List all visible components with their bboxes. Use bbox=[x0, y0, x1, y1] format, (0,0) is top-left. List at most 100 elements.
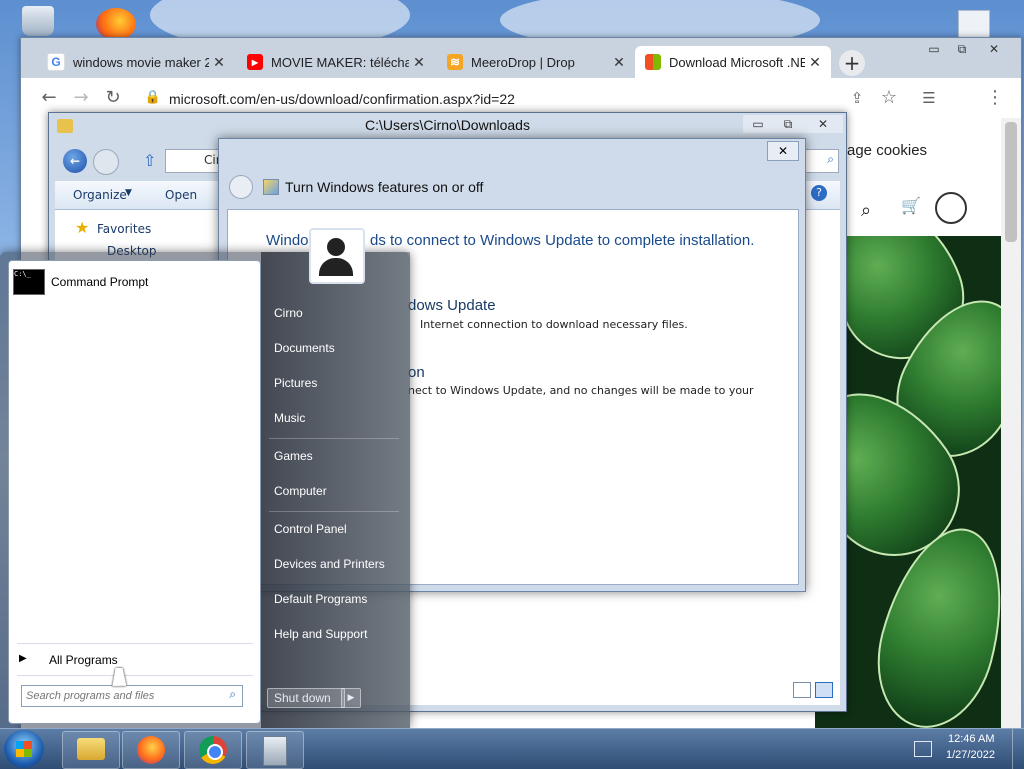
view-details-icon[interactable] bbox=[793, 682, 811, 698]
taskbar: 12:46 AM 1/27/2022 bbox=[0, 728, 1024, 769]
tab-title: MOVIE MAKER: télécharg bbox=[271, 54, 409, 70]
minimize-button[interactable]: ▭ bbox=[743, 115, 773, 133]
option-download-title[interactable]: dows Update bbox=[408, 297, 496, 314]
taskbar-explorer[interactable] bbox=[62, 731, 120, 769]
close-tab-icon[interactable]: ✕ bbox=[409, 54, 429, 71]
nav-favorites[interactable]: Favorites bbox=[97, 222, 151, 236]
recycle-bin-icon[interactable] bbox=[22, 6, 54, 36]
google-g-icon: G bbox=[47, 53, 65, 71]
clock-date[interactable]: 1/27/2022 bbox=[946, 749, 995, 761]
shutdown-button[interactable]: Shut down bbox=[267, 688, 345, 708]
taskbar-chrome[interactable] bbox=[184, 731, 242, 769]
dialog-back-button[interactable] bbox=[229, 175, 253, 199]
show-desktop-button[interactable] bbox=[1012, 729, 1024, 769]
search-icon: ⌕ bbox=[827, 152, 834, 166]
clock-time[interactable]: 12:46 AM bbox=[948, 733, 994, 745]
cart-icon[interactable]: 🛒 bbox=[901, 196, 921, 215]
triangle-right-icon: ▶ bbox=[19, 653, 27, 664]
menu-computer[interactable]: Computer bbox=[274, 484, 327, 498]
programs-pane: C:\_ Command Prompt ▶ All Programs ⌕ bbox=[8, 260, 261, 724]
start-menu: C:\_ Command Prompt ▶ All Programs ⌕ Cir… bbox=[0, 228, 410, 728]
tab-title: MeeroDrop | Drop bbox=[471, 54, 575, 70]
up-arrow-icon[interactable]: ⇧ bbox=[143, 151, 156, 170]
firefox-desktop-icon[interactable] bbox=[96, 8, 136, 40]
close-window-button[interactable]: ✕ bbox=[803, 115, 843, 133]
new-tab-button[interactable]: + bbox=[839, 50, 865, 76]
command-prompt-icon: C:\_ bbox=[13, 269, 45, 295]
command-prompt-item[interactable]: C:\_ Command Prompt bbox=[13, 269, 253, 297]
tab-meerodrop[interactable]: ≋ MeeroDrop | Drop ✕ bbox=[437, 46, 635, 78]
tab-google-search[interactable]: G windows movie maker 2 ✕ bbox=[37, 46, 235, 78]
all-programs-item[interactable]: ▶ All Programs bbox=[13, 651, 249, 671]
menu-documents[interactable]: Documents bbox=[274, 341, 335, 355]
taskbar-firefox[interactable] bbox=[122, 731, 180, 769]
tab-strip: G windows movie maker 2 ✕ ▶ MOVIE MAKER:… bbox=[21, 38, 1021, 78]
command-prompt-label: Command Prompt bbox=[51, 275, 149, 289]
menu-user[interactable]: Cirno bbox=[274, 306, 303, 320]
open-button[interactable]: Open bbox=[165, 188, 197, 202]
menu-music[interactable]: Music bbox=[274, 411, 305, 425]
page-scrollbar[interactable] bbox=[1001, 118, 1021, 733]
windows-logo-icon bbox=[16, 741, 32, 757]
maximize-button[interactable]: ⧉ bbox=[773, 115, 803, 133]
favorites-star-icon: ★ bbox=[75, 218, 90, 237]
maximize-button[interactable]: ⧉ bbox=[947, 40, 977, 58]
forward-button[interactable] bbox=[93, 149, 119, 175]
help-icon[interactable]: ? bbox=[811, 185, 827, 201]
reading-list-icon[interactable]: ☰ bbox=[917, 86, 941, 110]
tab-title: Download Microsoft .NE bbox=[669, 54, 805, 70]
heading-part-2: ds to connect to Windows Update to compl… bbox=[370, 232, 755, 249]
tab-title: windows movie maker 2 bbox=[73, 54, 209, 70]
back-arrow-icon[interactable]: ← bbox=[37, 86, 61, 110]
firefox-icon bbox=[137, 736, 165, 764]
all-programs-label: All Programs bbox=[49, 653, 118, 667]
start-button[interactable] bbox=[4, 730, 44, 768]
network-icon[interactable] bbox=[914, 741, 932, 757]
manage-cookies-link[interactable]: age cookies bbox=[847, 142, 927, 159]
menu-games[interactable]: Games bbox=[274, 449, 313, 463]
chevron-down-icon: ▼ bbox=[125, 188, 132, 198]
organize-menu[interactable]: Organize bbox=[73, 188, 127, 202]
view-preview-icon[interactable] bbox=[815, 682, 833, 698]
address-bar[interactable]: microsoft.com/en-us/download/confirmatio… bbox=[169, 86, 869, 112]
reload-icon[interactable]: ↻ bbox=[101, 86, 125, 110]
folder-icon bbox=[57, 119, 73, 133]
start-menu-right-pane: Cirno Documents Pictures Music Games Com… bbox=[261, 228, 410, 728]
user-avatar[interactable] bbox=[309, 228, 365, 284]
account-icon[interactable] bbox=[935, 192, 967, 224]
microsoft-logo-icon bbox=[645, 54, 661, 70]
option-skip-desc: nect to Windows Update, and no changes w… bbox=[408, 384, 754, 397]
menu-help-support[interactable]: Help and Support bbox=[274, 627, 367, 641]
taskbar-installer[interactable] bbox=[246, 731, 304, 769]
tab-microsoft-download[interactable]: Download Microsoft .NE ✕ bbox=[635, 46, 831, 78]
option-download-desc: Internet connection to download necessar… bbox=[420, 318, 688, 331]
close-window-button[interactable]: ✕ bbox=[979, 40, 1009, 58]
start-search-box[interactable]: ⌕ bbox=[21, 685, 243, 707]
menu-default-programs[interactable]: Default Programs bbox=[274, 592, 367, 606]
installer-icon bbox=[263, 736, 287, 766]
heading-part-1: Windo bbox=[266, 232, 309, 249]
shutdown-label: Shut down bbox=[274, 691, 331, 705]
close-dialog-button[interactable]: ✕ bbox=[767, 141, 799, 161]
close-tab-icon[interactable]: ✕ bbox=[209, 54, 229, 71]
forward-arrow-icon[interactable]: → bbox=[69, 86, 93, 110]
option-skip-title[interactable]: on bbox=[408, 364, 425, 381]
close-tab-icon[interactable]: ✕ bbox=[609, 54, 629, 71]
menu-control-panel[interactable]: Control Panel bbox=[274, 522, 347, 536]
explorer-title: C:\Users\Cirno\Downloads bbox=[365, 117, 530, 133]
chrome-icon bbox=[199, 736, 227, 764]
shutdown-options-button[interactable]: ▶ bbox=[341, 688, 361, 708]
bookmark-star-icon[interactable]: ☆ bbox=[877, 86, 901, 110]
back-button[interactable]: ← bbox=[63, 149, 87, 173]
minimize-button[interactable]: ▭ bbox=[919, 40, 949, 58]
menu-pictures[interactable]: Pictures bbox=[274, 376, 317, 390]
search-icon[interactable]: ⌕ bbox=[861, 200, 871, 221]
lock-icon[interactable]: 🔒 bbox=[141, 86, 165, 110]
chrome-menu-icon[interactable]: ⋮ bbox=[983, 86, 1007, 110]
close-tab-icon[interactable]: ✕ bbox=[805, 54, 825, 71]
search-programs-input[interactable] bbox=[24, 687, 218, 705]
tab-youtube[interactable]: ▶ MOVIE MAKER: télécharg ✕ bbox=[237, 46, 435, 78]
menu-devices-printers[interactable]: Devices and Printers bbox=[274, 557, 385, 571]
youtube-icon: ▶ bbox=[247, 54, 263, 70]
meerodrop-icon: ≋ bbox=[447, 54, 463, 70]
